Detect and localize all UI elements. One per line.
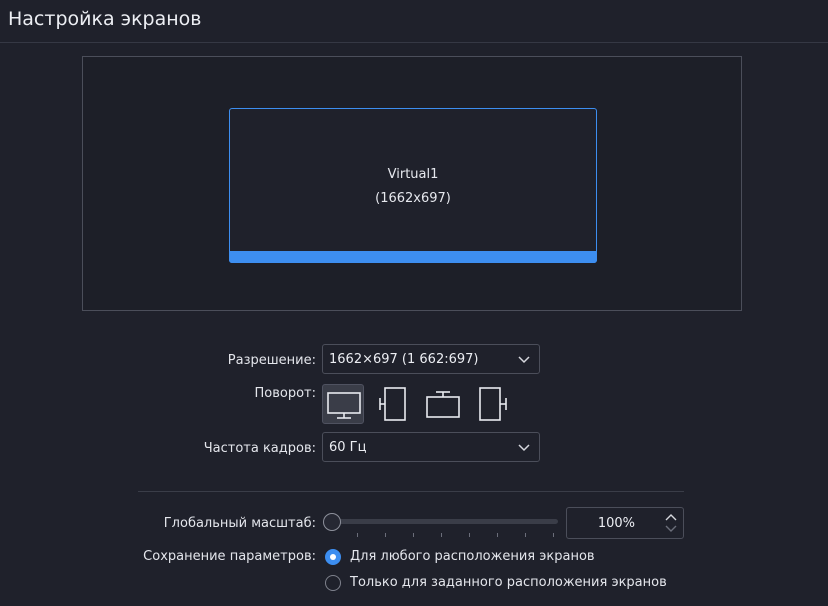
screen-virtual1[interactable]: Virtual1 (1662x697) (229, 108, 597, 263)
slider-tick (497, 533, 498, 537)
screen-selected-bar (229, 251, 597, 263)
section-divider (138, 491, 684, 492)
refresh-rate-select[interactable]: 60 Гц (322, 432, 540, 462)
monitor-landscape-icon (327, 392, 361, 419)
rotate-right-icon (479, 387, 507, 421)
slider-tick (469, 533, 470, 537)
scale-label: Глобальный масштаб: (163, 516, 316, 531)
radio-any-layout[interactable] (325, 549, 341, 565)
refresh-rate-value: 60 Гц (329, 440, 367, 455)
slider-tick (413, 533, 414, 537)
screen-resolution: (1662x697) (375, 191, 451, 206)
chevron-up-icon[interactable] (665, 513, 677, 521)
save-settings-label: Сохранение параметров: (143, 549, 316, 564)
scale-value: 100% (597, 516, 635, 531)
slider-tick (525, 533, 526, 537)
resolution-label: Разрешение: (227, 353, 316, 368)
resolution-value: 1662×697 (1 662:697) (329, 352, 479, 367)
slider-tick (553, 533, 554, 537)
scale-spinbox[interactable]: 100% (566, 507, 684, 539)
chevron-down-icon (518, 356, 530, 364)
radio-specific-layout-label[interactable]: Только для заданного расположения экрано… (350, 575, 667, 590)
slider-tick (441, 533, 442, 537)
radio-any-layout-label[interactable]: Для любого расположения экранов (350, 549, 595, 564)
radio-specific-layout[interactable] (325, 575, 341, 591)
header: Настройка экранов (0, 0, 828, 43)
resolution-select[interactable]: 1662×697 (1 662:697) (322, 344, 540, 374)
screen-name: Virtual1 (387, 167, 439, 182)
rotation-inverted-button[interactable] (422, 384, 464, 424)
slider-tick (385, 533, 386, 537)
page-title: Настройка экранов (8, 8, 202, 30)
slider-tick (357, 533, 358, 537)
chevron-down-icon[interactable] (665, 525, 677, 533)
refresh-label: Частота кадров: (203, 441, 316, 456)
rotation-label: Поворот: (254, 386, 316, 401)
rotation-right-button[interactable] (472, 384, 514, 424)
rotation-landscape-button[interactable] (322, 384, 364, 424)
scale-slider-handle[interactable] (323, 513, 341, 531)
chevron-down-icon (518, 444, 530, 452)
rotate-left-icon (379, 387, 406, 421)
rotation-left-button[interactable] (374, 384, 416, 424)
scale-slider-track[interactable] (326, 519, 558, 524)
screen-layout-preview: Virtual1 (1662x697) (82, 56, 742, 311)
monitor-inverted-icon (426, 391, 460, 418)
